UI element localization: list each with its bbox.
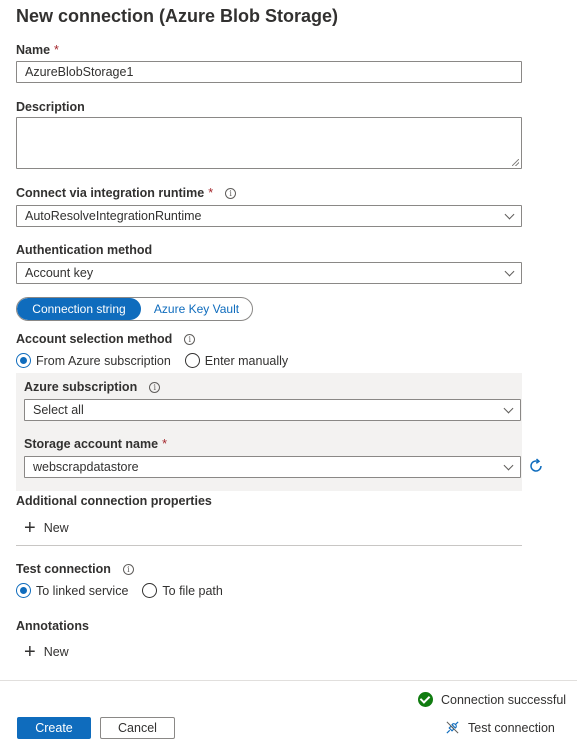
add-property-label: New [43, 521, 69, 535]
toggle-connection-string[interactable]: Connection string [17, 298, 141, 320]
account-selection-label-text: Account selection method [16, 332, 173, 346]
auth-label-text: Authentication method [16, 243, 153, 257]
radio-to-file-path[interactable]: To file path [142, 583, 223, 598]
radio-label: To linked service [36, 583, 129, 598]
refresh-icon[interactable] [528, 458, 544, 474]
name-label-text: Name [16, 43, 51, 57]
name-label: Name * [16, 43, 59, 57]
check-circle-icon [418, 692, 433, 707]
description-label-text: Description [16, 100, 85, 114]
runtime-select-value: AutoResolveIntegrationRuntime [25, 209, 202, 223]
subscription-label: Azure subscription i [24, 380, 161, 394]
chevron-down-icon [503, 403, 514, 414]
account-selection-radio-group: From Azure subscription Enter manually [16, 353, 302, 368]
plus-icon: + [24, 641, 36, 663]
info-icon[interactable]: i [149, 381, 161, 393]
chevron-down-icon [503, 460, 514, 471]
radio-unchecked-icon[interactable] [142, 583, 158, 598]
annotations-label: Annotations [16, 619, 89, 633]
subscription-label-text: Azure subscription [24, 380, 138, 394]
chevron-down-icon [504, 209, 515, 220]
description-textarea[interactable] [16, 117, 522, 169]
connection-status-text: Connection successful [441, 692, 567, 707]
chevron-down-icon [504, 266, 515, 277]
radio-label: To file path [162, 583, 223, 598]
storage-account-label-text: Storage account name [24, 437, 159, 451]
add-annotation-button[interactable]: + New [24, 641, 69, 663]
toggle-azure-key-vault[interactable]: Azure Key Vault [141, 298, 252, 320]
auth-select[interactable]: Account key [16, 262, 522, 284]
plug-icon [446, 721, 459, 734]
runtime-required-marker: * [208, 186, 214, 200]
test-connection-button-label: Test connection [468, 720, 555, 735]
secret-source-toggle: Connection string Azure Key Vault [16, 297, 253, 321]
radio-checked-icon[interactable] [16, 353, 31, 368]
add-annotation-label: New [43, 645, 69, 659]
cancel-button[interactable]: Cancel [100, 717, 175, 739]
test-connection-label: Test connection i [16, 562, 134, 576]
account-selection-label: Account selection method i [16, 332, 196, 346]
info-icon[interactable]: i [122, 563, 134, 575]
description-label: Description [16, 100, 85, 114]
radio-label: Enter manually [204, 353, 289, 368]
radio-to-linked-service[interactable]: To linked service [16, 583, 128, 598]
resize-handle-icon[interactable] [512, 159, 519, 166]
auth-select-value: Account key [25, 266, 94, 280]
create-button[interactable]: Create [17, 717, 91, 739]
add-property-button[interactable]: + New [24, 517, 69, 539]
info-icon[interactable]: i [225, 187, 237, 199]
auth-label: Authentication method [16, 243, 152, 257]
panel-title: New connection (Azure Blob Storage) [16, 6, 339, 26]
radio-from-azure-subscription[interactable]: From Azure subscription [16, 353, 171, 368]
subscription-select-value: Select all [33, 403, 84, 417]
footer-divider [0, 680, 577, 681]
test-connection-radio-group: To linked service To file path [16, 583, 237, 598]
radio-checked-icon[interactable] [16, 583, 31, 598]
name-input[interactable]: AzureBlobStorage1 [16, 61, 522, 83]
radio-unchecked-icon[interactable] [184, 353, 200, 368]
name-required-marker: * [54, 43, 59, 57]
connection-status: Connection successful [418, 692, 566, 707]
plus-icon: + [24, 517, 36, 539]
storage-account-label: Storage account name * [24, 437, 167, 451]
additional-props-label-text: Additional connection properties [16, 494, 212, 508]
radio-enter-manually[interactable]: Enter manually [184, 353, 289, 368]
additional-props-label: Additional connection properties [16, 494, 212, 508]
storage-account-select[interactable]: webscrapdatastore [24, 456, 521, 478]
annotations-label-text: Annotations [16, 619, 89, 633]
runtime-label: Connect via integration runtime * i [16, 186, 237, 200]
runtime-label-text: Connect via integration runtime [16, 186, 205, 200]
storage-required-marker: * [162, 437, 167, 451]
runtime-select[interactable]: AutoResolveIntegrationRuntime [16, 205, 522, 227]
section-divider [16, 545, 522, 546]
storage-account-select-value: webscrapdatastore [33, 460, 139, 474]
test-connection-button[interactable]: Test connection [445, 720, 555, 735]
radio-label: From Azure subscription [36, 353, 171, 368]
info-icon[interactable]: i [184, 333, 196, 345]
subscription-select[interactable]: Select all [24, 399, 521, 421]
new-connection-panel: New connection (Azure Blob Storage) Name… [0, 0, 577, 745]
test-connection-label-text: Test connection [16, 562, 111, 576]
